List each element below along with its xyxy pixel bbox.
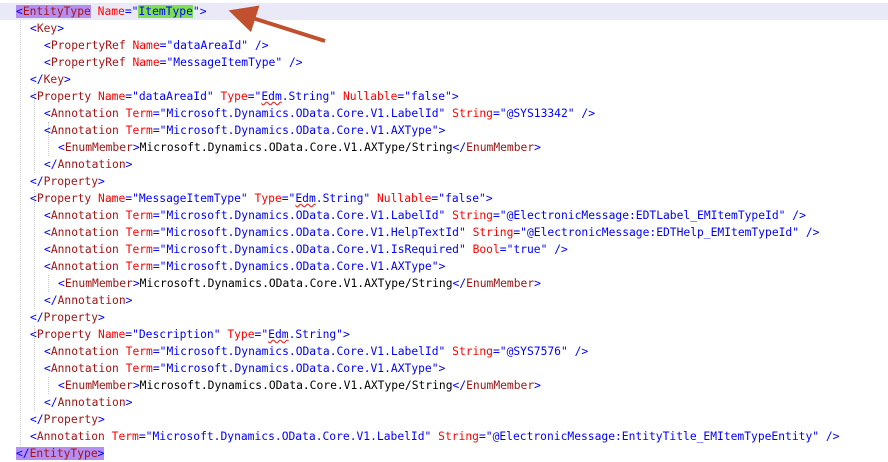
arrow-icon: [228, 5, 326, 43]
